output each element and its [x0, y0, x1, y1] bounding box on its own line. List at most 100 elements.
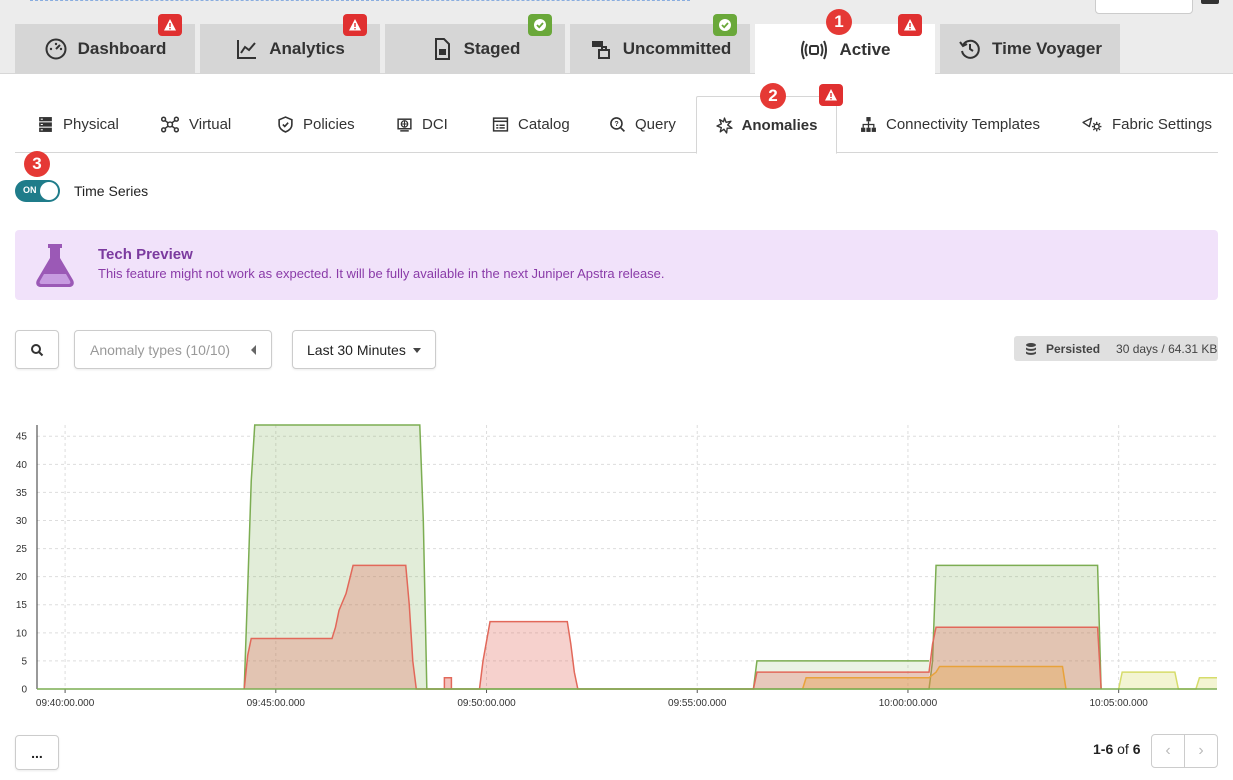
pagination-total: 6 — [1132, 741, 1141, 757]
connectivity-tree-icon — [861, 117, 876, 132]
pagination-range: 1-6 — [1093, 741, 1114, 757]
anomalies-burst-icon — [715, 116, 733, 134]
persisted-label: Persisted — [1046, 341, 1101, 356]
pagination-of: of — [1113, 741, 1133, 757]
subtab-fabric-settings-label: Fabric Settings — [1112, 116, 1213, 133]
step-marker-2: 2 — [760, 83, 786, 109]
y-tick-label: 5 — [21, 656, 27, 667]
query-search-icon: ? — [610, 117, 626, 133]
shield-icon — [278, 116, 293, 133]
tab-active-label: Active — [839, 39, 891, 59]
dashboard-warning-badge — [158, 14, 182, 36]
subtab-dci-label: DCI — [422, 116, 448, 133]
tech-preview-message: This feature might not work as expected.… — [98, 266, 665, 281]
sub-tab-bar: Physical Virtual Policies DCI Catalog ? … — [15, 83, 1218, 154]
top-right-button[interactable] — [1095, 0, 1193, 14]
y-tick-label: 30 — [16, 516, 28, 527]
pagination-controls: ‹ › — [1151, 734, 1218, 768]
series-area-5 — [1118, 672, 1217, 689]
x-tick-label: 10:05:00.000 — [1089, 698, 1148, 709]
history-icon — [959, 39, 980, 59]
subtab-connectivity-templates-label: Connectivity Templates — [886, 116, 1040, 133]
y-tick-label: 25 — [16, 544, 28, 555]
caret-down-icon — [413, 348, 421, 353]
toggle-state-label: ON — [23, 185, 37, 195]
time-series-toggle[interactable]: ON — [15, 180, 60, 202]
y-tick-label: 20 — [16, 572, 28, 583]
subtab-catalog-label: Catalog — [518, 116, 570, 133]
subtab-query[interactable]: ? Query — [609, 96, 676, 153]
warning-icon — [349, 19, 361, 31]
uncommitted-ok-badge — [713, 14, 737, 36]
anomaly-types-dropdown[interactable]: Anomaly types (10/10) — [74, 330, 272, 369]
staged-document-icon — [434, 38, 450, 60]
time-series-label: Time Series — [74, 183, 149, 199]
tab-uncommitted-label: Uncommitted — [622, 39, 732, 58]
more-options-button[interactable]: ... — [15, 735, 59, 770]
tab-dashboard-label: Dashboard — [77, 39, 167, 58]
subtab-catalog[interactable]: Catalog — [492, 96, 570, 153]
warning-icon — [904, 19, 916, 31]
virtual-network-icon — [160, 116, 180, 133]
subtab-physical[interactable]: Physical — [37, 96, 119, 153]
x-tick-label: 09:55:00.000 — [668, 698, 727, 709]
series-area-3 — [444, 677, 452, 689]
database-icon — [1026, 342, 1036, 355]
x-tick-label: 09:45:00.000 — [247, 698, 306, 709]
x-tick-label: 10:00:00.000 — [879, 698, 938, 709]
warning-icon — [164, 19, 176, 31]
fabric-settings-icon — [1082, 117, 1102, 132]
time-range-dropdown[interactable]: Last 30 Minutes — [292, 330, 436, 369]
subtab-fabric-settings[interactable]: Fabric Settings — [1082, 96, 1212, 153]
persisted-value: 30 days / 64.31 KB — [1116, 341, 1218, 356]
subtab-virtual[interactable]: Virtual — [160, 96, 231, 153]
subtab-query-label: Query — [635, 116, 676, 133]
check-circle-icon — [534, 19, 546, 31]
top-right-menu-icon[interactable] — [1201, 0, 1219, 4]
analytics-warning-badge — [343, 14, 367, 36]
x-tick-label: 09:50:00.000 — [457, 698, 516, 709]
more-options-label: ... — [31, 744, 43, 761]
flask-icon — [36, 244, 74, 287]
subtab-connectivity-templates[interactable]: Connectivity Templates — [860, 96, 1040, 153]
next-page-button[interactable]: › — [1185, 735, 1217, 767]
tab-time-voyager-label: Time Voyager — [992, 39, 1102, 58]
staged-ok-badge — [528, 14, 552, 36]
pagination-summary: 1-6 of 6 — [1093, 741, 1141, 757]
subtab-policies[interactable]: Policies — [277, 96, 355, 153]
y-tick-label: 40 — [16, 460, 28, 471]
search-icon — [31, 343, 44, 356]
anomalies-warning-badge — [819, 84, 843, 106]
catalog-icon — [492, 117, 509, 132]
anomaly-types-label: Anomaly types (10/10) — [90, 341, 231, 358]
analytics-line-icon — [237, 40, 257, 59]
step-marker-1: 1 — [826, 9, 852, 35]
y-tick-label: 35 — [16, 488, 28, 499]
search-button[interactable] — [15, 330, 59, 369]
prev-page-button[interactable]: ‹ — [1152, 735, 1185, 767]
breadcrumb-link-line — [30, 0, 690, 4]
dci-globe-icon — [397, 118, 412, 132]
uncommitted-boxes-icon — [591, 41, 610, 59]
y-tick-label: 0 — [21, 685, 27, 696]
physical-servers-icon — [39, 117, 52, 132]
anomaly-time-series-chart: 0 5 10 15 20 25 30 35 40 45 09:40:00.000 09:45:00.0… — [16, 424, 1217, 709]
time-range-label: Last 30 Minutes — [307, 341, 406, 358]
toggle-knob — [40, 182, 58, 200]
tab-analytics-label: Analytics — [269, 39, 345, 58]
y-tick-label: 45 — [16, 432, 28, 443]
active-broadcast-icon — [801, 40, 828, 59]
caret-left-icon — [251, 345, 256, 355]
tab-staged-label: Staged — [463, 39, 521, 58]
y-tick-label: 10 — [16, 628, 28, 639]
subtab-physical-label: Physical — [63, 116, 119, 133]
x-tick-label: 09:40:00.000 — [36, 698, 95, 709]
subtab-dci[interactable]: DCI — [396, 96, 448, 153]
tech-preview-title: Tech Preview — [98, 246, 193, 263]
subtab-policies-label: Policies — [303, 116, 355, 133]
subtab-anomalies-label: Anomalies — [741, 116, 818, 134]
tab-time-voyager[interactable]: Time Voyager — [940, 24, 1120, 74]
step-marker-3: 3 — [24, 151, 50, 177]
y-tick-label: 15 — [16, 600, 28, 611]
main-tab-strip: Dashboard Analytics Staged Uncommitted A… — [0, 0, 1233, 75]
